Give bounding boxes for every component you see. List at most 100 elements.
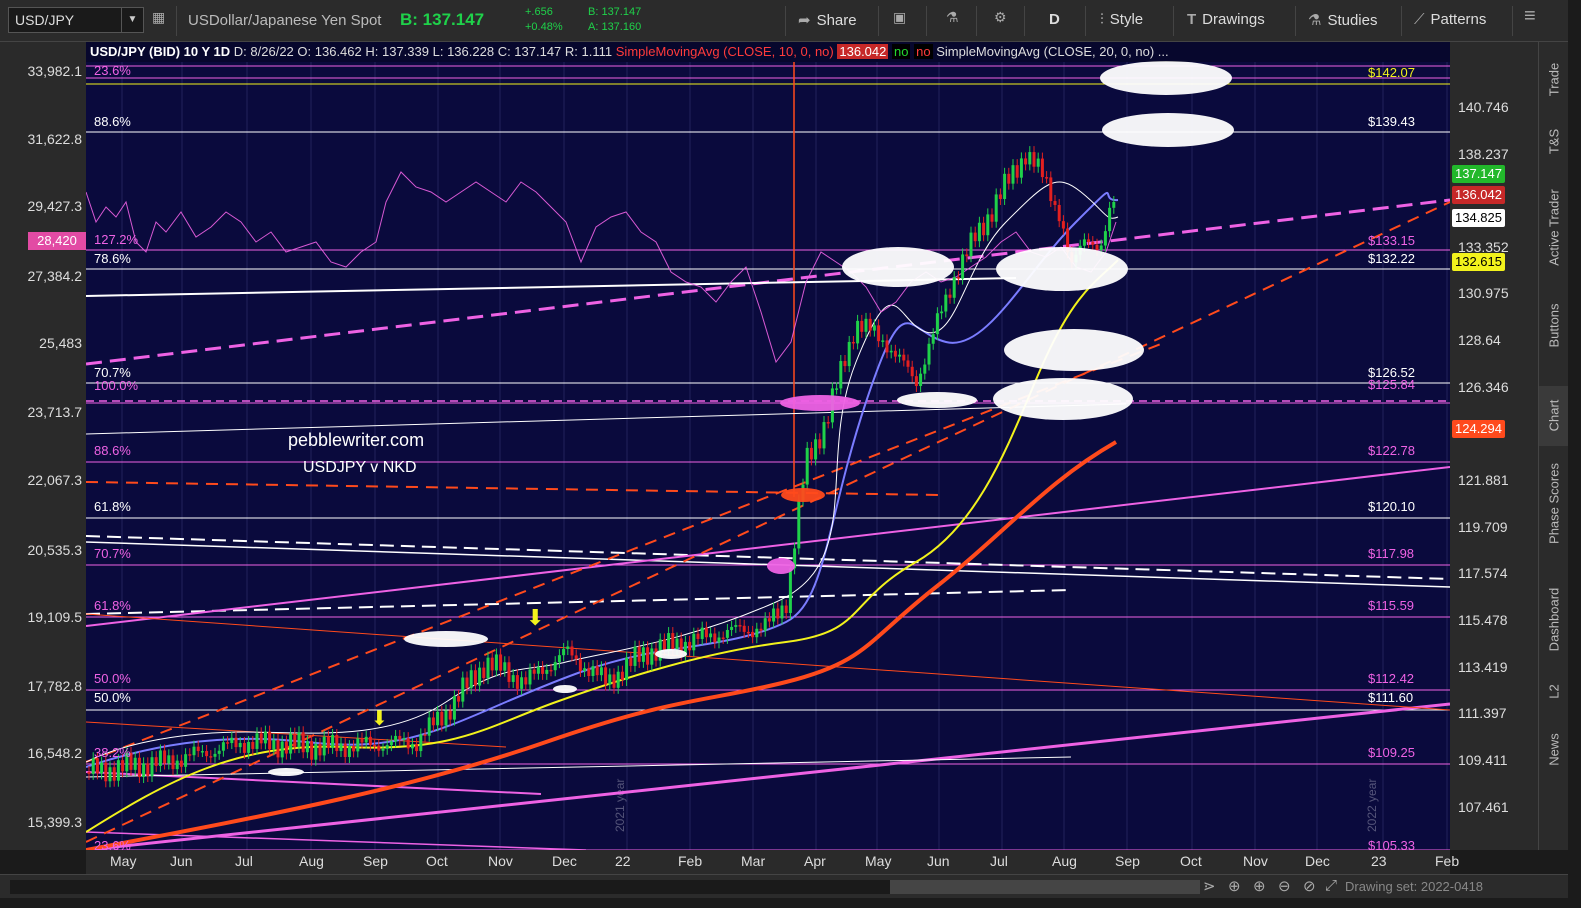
candle-body — [276, 739, 280, 758]
time-axis-label: 23 — [1371, 853, 1387, 869]
screenshot-icon[interactable]: ▣ — [893, 9, 906, 26]
candle-body — [209, 756, 213, 758]
candle-body — [419, 734, 423, 752]
toolbar-divider — [1401, 6, 1402, 36]
patterns-label: Patterns — [1430, 11, 1487, 28]
right-axis-tick: 138.237 — [1458, 146, 1509, 162]
expand-icon[interactable]: ⤢ — [1325, 877, 1337, 894]
drag-handle-icon[interactable]: ⋗ — [1203, 877, 1216, 895]
fib-label-right: $125.84 — [1368, 377, 1415, 392]
fib-label-right: $117.98 — [1368, 546, 1414, 561]
tab-chart[interactable]: Chart — [1539, 386, 1569, 446]
price-chart[interactable]: 2021 year 2022 year ⬇ ⬇ pebblewriter.com USDJ… — [86, 42, 1450, 850]
candle-body — [566, 646, 570, 650]
zoom-in-icon[interactable]: ⊕ — [1253, 877, 1266, 895]
fib-label-left: 70.7% — [94, 546, 131, 561]
left-price-axis[interactable]: 33,982.1 31,622.8 29,427.3 27,384.2 25,4… — [0, 42, 86, 850]
right-axis-tick: 130.975 — [1458, 285, 1509, 301]
tab-buttons[interactable]: Buttons — [1539, 286, 1569, 366]
candle-body — [150, 757, 154, 777]
candle-body — [427, 717, 431, 736]
aggregation-button[interactable]: D — [1049, 11, 1060, 28]
price-change-percent: +0.48% — [525, 21, 563, 33]
gear-icon[interactable]: ⚙ — [994, 9, 1007, 26]
share-button[interactable]: ➦ Share — [798, 11, 857, 29]
fib-label-right: $139.43 — [1368, 114, 1415, 129]
left-axis-tick: 19,109.5 — [27, 609, 83, 625]
candle-body — [562, 649, 566, 656]
drawing-tool-icon: T — [1187, 11, 1197, 28]
candle-body — [452, 696, 456, 720]
drawings-button[interactable]: T Drawings — [1187, 11, 1265, 28]
chart-header: USD/JPY (BID) 10 Y 1D D: 8/26/22 O: 136.… — [86, 42, 1450, 62]
candle-body — [667, 633, 671, 650]
sma10-label[interactable]: SimpleMovingAvg (CLOSE, 10, 0, no) — [616, 44, 834, 59]
chart-canvas[interactable]: 2021 year 2022 year ⬇ ⬇ pebblewriter.com USDJ… — [86, 42, 1450, 850]
candle-body — [196, 746, 200, 752]
candle-body — [494, 654, 498, 671]
candle-body — [713, 633, 717, 643]
candle-body — [919, 373, 923, 387]
candle-body — [402, 738, 406, 740]
scrollbar-thumb[interactable] — [890, 880, 1200, 894]
candle-body — [620, 671, 624, 680]
reset-zoom-icon[interactable]: ⊘ — [1303, 877, 1316, 895]
tab-active-trader[interactable]: Active Trader — [1539, 174, 1569, 284]
right-axis-tick: 140.746 — [1458, 99, 1509, 115]
sma20-label[interactable]: SimpleMovingAvg (CLOSE, 20, 0, no) ... — [936, 44, 1168, 59]
last-price-tag: 137.147 — [1452, 165, 1505, 183]
candle-body — [473, 670, 477, 686]
horizontal-scrollbar[interactable] — [10, 880, 1200, 894]
flask-icon[interactable]: ⚗ — [946, 9, 959, 26]
candle-body — [100, 762, 104, 774]
highlight-ellipse — [842, 247, 954, 287]
tab-news[interactable]: News — [1539, 720, 1569, 780]
candle-body — [1099, 245, 1103, 250]
studies-button[interactable]: ⚗ Studies — [1308, 11, 1378, 29]
candle-body — [230, 737, 234, 744]
share-label: Share — [816, 12, 857, 29]
time-axis[interactable]: May Jun Jul Aug Sep Oct Nov Dec 22 Feb Mar Apr May Ju… — [86, 850, 1459, 874]
candle-body — [1103, 231, 1107, 246]
candle-body — [637, 646, 641, 662]
candle-body — [788, 568, 792, 614]
fib-label-left: 100.0% — [94, 378, 139, 393]
right-price-axis[interactable]: 140.746 138.237 133.352 130.975 128.64 1… — [1450, 42, 1538, 850]
crosshair-icon[interactable]: ⊕ — [1228, 877, 1241, 895]
candle-body — [268, 731, 272, 750]
candle-body — [1024, 158, 1028, 165]
candle-body — [171, 755, 175, 770]
style-button[interactable]: ⫶ Style — [1100, 11, 1143, 28]
candle-body — [322, 736, 326, 756]
chart-toolbar: USD/JPY ▼ ▦ USDollar/Japanese Yen Spot B… — [0, 0, 1581, 42]
candle-body — [461, 677, 465, 702]
trendline-magenta — [86, 702, 1450, 850]
candle-body — [1036, 158, 1040, 167]
left-axis-tick: 22,067.3 — [27, 472, 83, 488]
candle-body — [448, 710, 452, 720]
fib-label-left: 78.6% — [94, 251, 131, 266]
chart-title: USD/JPY (BID) 10 Y 1D — [90, 44, 231, 59]
chevron-down-icon[interactable]: ▼ — [121, 8, 143, 32]
candle-body — [931, 334, 935, 344]
patterns-button[interactable]: ⟋ Patterns — [1414, 11, 1486, 28]
candle-body — [179, 760, 183, 767]
menu-icon[interactable]: ≡ — [1524, 5, 1536, 28]
symbol-selector[interactable]: USD/JPY ▼ — [8, 7, 144, 33]
candle-body — [406, 738, 410, 749]
fib-label-right: $142.07 — [1368, 65, 1415, 80]
tab-phase-scores[interactable]: Phase Scores — [1539, 450, 1569, 562]
candle-body — [440, 711, 444, 726]
right-axis-tick: 126.346 — [1458, 379, 1509, 395]
candle-body — [814, 439, 818, 460]
zoom-out-icon[interactable]: ⊖ — [1278, 877, 1291, 895]
left-axis-tick: 29,427.3 — [27, 198, 83, 214]
toolbar-divider — [1295, 6, 1296, 36]
candle-body — [591, 666, 595, 676]
tab-time-and-sales[interactable]: T&S — [1539, 114, 1569, 172]
time-axis-label: Oct — [1180, 853, 1202, 869]
right-axis-tick: 119.709 — [1458, 519, 1508, 535]
sma50-price-tag: 132.615 — [1452, 253, 1505, 271]
link-icon[interactable]: ▦ — [152, 9, 165, 26]
candle-body — [121, 760, 125, 772]
